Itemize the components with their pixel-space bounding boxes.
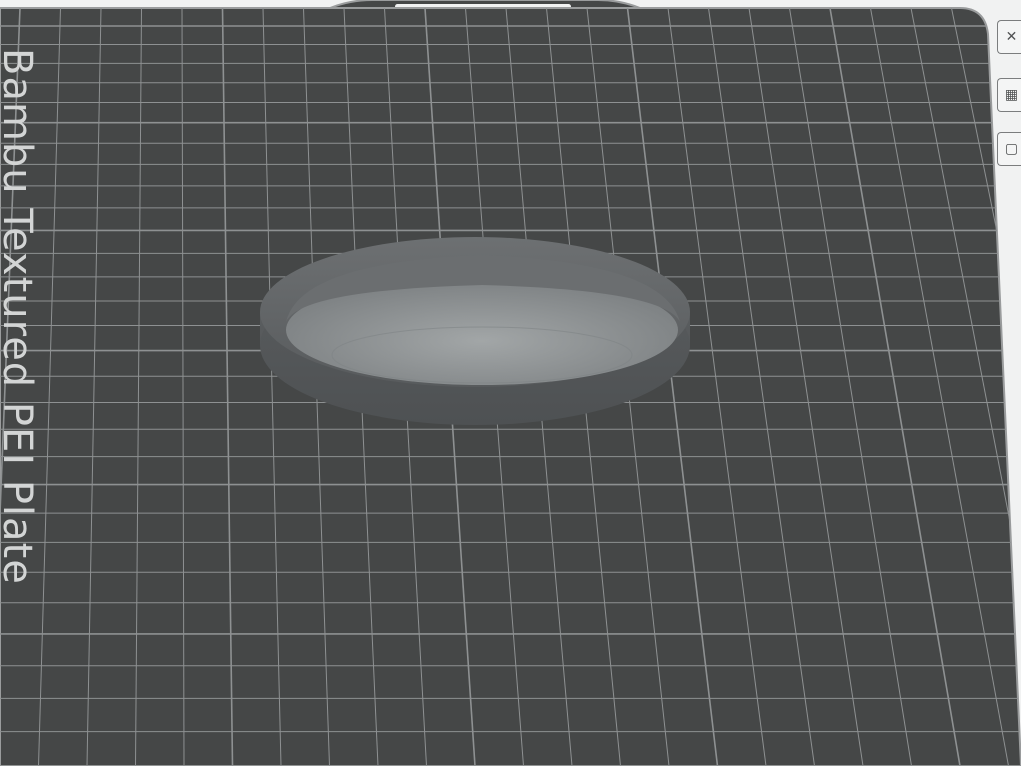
arrange-icon: ▦ — [1004, 87, 1019, 103]
scene-canvas[interactable]: Bambu Textured PEI Plate — [0, 0, 1021, 766]
auto-arrange-button[interactable]: ▦ — [997, 78, 1021, 112]
plate-toolbar: ✕ ▦ ▢ — [997, 20, 1021, 180]
plate-settings-button[interactable]: ▢ — [997, 132, 1021, 166]
close-icon: ✕ — [1005, 29, 1018, 45]
3d-viewport[interactable]: Bambu Textured PEI Plate ✕ ▦ ▢ — [0, 0, 1021, 766]
plate-label: Bambu Textured PEI Plate — [0, 48, 40, 585]
model-dish[interactable] — [260, 237, 690, 425]
settings-icon: ▢ — [1004, 141, 1019, 157]
close-plate-button[interactable]: ✕ — [997, 20, 1021, 54]
